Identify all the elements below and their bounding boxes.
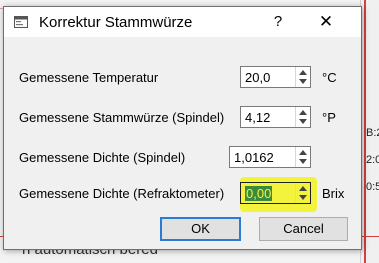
dichte-refraktometer-stepper[interactable]: [295, 183, 310, 203]
decrement-icon[interactable]: [299, 119, 307, 124]
dichte-refraktometer-label: Gemessene Dichte (Refraktometer): [19, 186, 225, 201]
decrement-icon[interactable]: [299, 159, 307, 164]
temperature-value[interactable]: 20,0: [245, 70, 270, 85]
dichte-refraktometer-spinbox[interactable]: 0,00: [240, 182, 311, 204]
increment-icon[interactable]: [299, 186, 307, 191]
close-button[interactable]: ✕: [314, 12, 338, 32]
cancel-button[interactable]: Cancel: [259, 217, 348, 241]
background-text-fragment: 2:0: [366, 154, 379, 166]
background-text-fragment: B:2: [366, 127, 379, 139]
dichte-spindel-spinbox[interactable]: 1,0162: [229, 146, 311, 168]
dichte-spindel-stepper[interactable]: [295, 147, 310, 167]
dialog-titlebar[interactable]: Korrektur Stammwürze ? ✕: [4, 7, 361, 37]
stammwuerze-label: Gemessene Stammwürze (Spindel): [19, 110, 225, 125]
dialog-title: Korrektur Stammwürze: [39, 14, 193, 31]
increment-icon[interactable]: [299, 110, 307, 115]
background-text-fragment: 0:5: [366, 181, 379, 193]
dichte-spindel-label: Gemessene Dichte (Spindel): [19, 150, 186, 165]
stammwuerze-stepper[interactable]: [295, 107, 310, 127]
decrement-icon[interactable]: [299, 195, 307, 200]
window-app-icon: [14, 16, 28, 28]
stammwuerze-spinbox[interactable]: 4,12: [240, 106, 311, 128]
ok-button[interactable]: OK: [160, 217, 241, 241]
dichte-refraktometer-unit: Brix: [322, 186, 345, 201]
dichte-spindel-value[interactable]: 1,0162: [234, 150, 274, 165]
stammwuerze-value[interactable]: 4,12: [245, 110, 270, 125]
increment-icon[interactable]: [299, 150, 307, 155]
dichte-refraktometer-value[interactable]: 0,00: [245, 186, 273, 201]
increment-icon[interactable]: [299, 70, 307, 75]
temperature-spinbox[interactable]: 20,0: [240, 66, 311, 88]
korrektur-dialog: Korrektur Stammwürze ? ✕ Gemessene Tempe…: [3, 6, 362, 250]
temperature-unit: °C: [322, 70, 337, 85]
help-button[interactable]: ?: [266, 12, 290, 32]
temperature-label: Gemessene Temperatur: [19, 70, 159, 85]
stammwuerze-unit: °P: [322, 110, 336, 125]
decrement-icon[interactable]: [299, 79, 307, 84]
temperature-stepper[interactable]: [295, 67, 310, 87]
